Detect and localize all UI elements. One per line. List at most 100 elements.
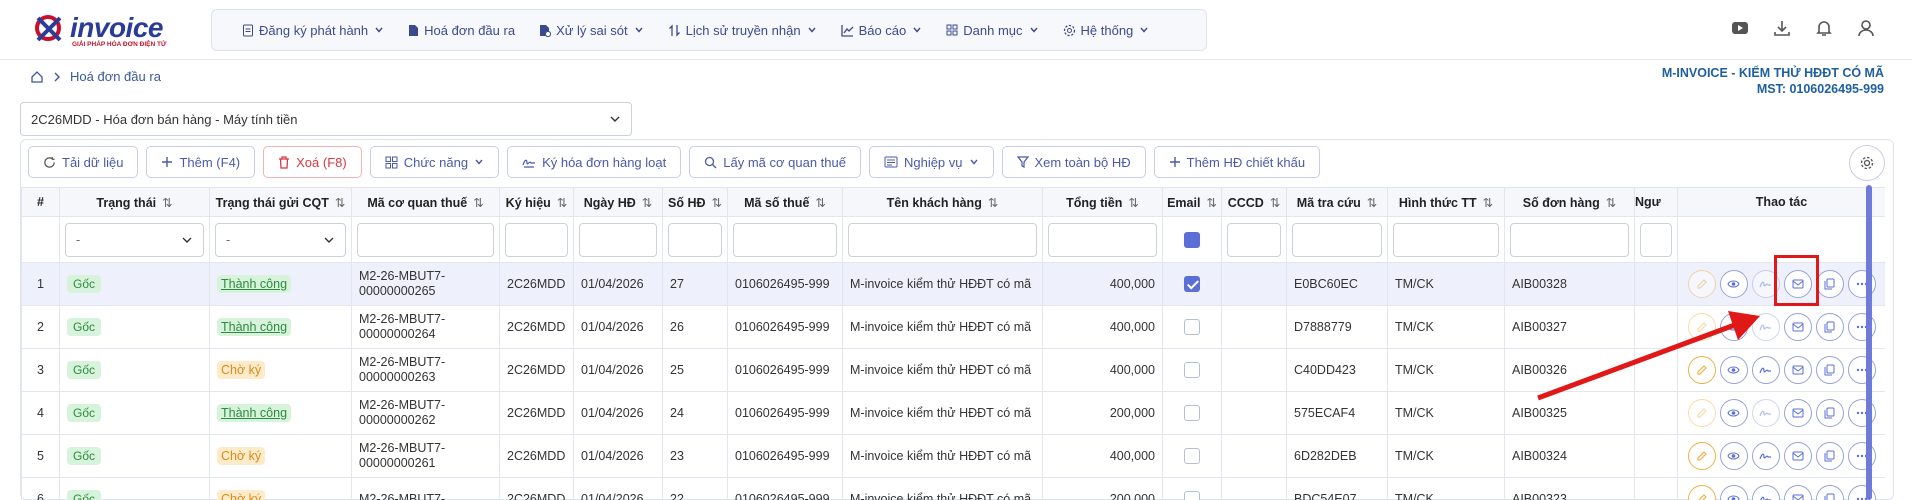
home-icon[interactable]: [30, 70, 44, 84]
row-sign-button[interactable]: [1751, 399, 1780, 427]
sort-icon[interactable]: ⇅: [815, 196, 825, 210]
menu-item-5[interactable]: Danh mục: [934, 10, 1050, 50]
bell-icon[interactable]: [1814, 18, 1834, 38]
sort-icon[interactable]: ⇅: [557, 196, 567, 210]
row-edit-button[interactable]: [1687, 442, 1716, 470]
sort-icon[interactable]: ⇅: [1483, 196, 1493, 210]
add-discount-button[interactable]: Thêm HĐ chiết khấu: [1153, 146, 1321, 178]
row-mail-button[interactable]: [1783, 442, 1812, 470]
column-header[interactable]: Mã cơ quan thuế ⇅: [351, 187, 500, 217]
row-eye-button[interactable]: [1719, 485, 1748, 500]
column-header[interactable]: Thao tác: [1677, 187, 1885, 217]
breadcrumb-current[interactable]: Hoá đơn đầu ra: [70, 69, 161, 84]
functions-button[interactable]: Chức năng: [369, 146, 500, 178]
app-logo[interactable]: invoice GIẢI PHÁP HÓA ĐƠN ĐIỆN TỬ: [34, 10, 174, 50]
email-checkbox[interactable]: [1184, 491, 1200, 500]
sort-icon[interactable]: ⇅: [1606, 196, 1616, 210]
table-row[interactable]: 5 Gốc Chờ ký M2-26-MBUT7- 00000000261 2C26MDD…: [21, 434, 1885, 478]
menu-item-1[interactable]: Hoá đơn đầu ra: [396, 10, 527, 50]
cqt-status-badge[interactable]: Thành công: [217, 275, 292, 293]
cell-email[interactable]: [1162, 391, 1222, 435]
filter-tax-code[interactable]: [351, 216, 500, 263]
user-icon[interactable]: [1856, 18, 1876, 38]
cell-email[interactable]: [1162, 348, 1222, 392]
sort-icon[interactable]: ⇅: [988, 196, 998, 210]
invoice-table-container[interactable]: # Trạng thái ⇅ Trạng thái gửi CQT ⇅ Mã cơ qua…: [21, 187, 1885, 500]
email-checkbox[interactable]: [1184, 362, 1200, 378]
filter-lookup[interactable]: [1286, 216, 1388, 263]
column-header[interactable]: Tên khách hàng ⇅: [842, 187, 1043, 217]
delete-button[interactable]: Xoá (F8): [263, 146, 362, 178]
email-checkbox[interactable]: [1184, 405, 1200, 421]
row-eye-button[interactable]: [1719, 399, 1748, 427]
row-mail-button[interactable]: [1783, 313, 1812, 341]
table-row[interactable]: 2 Gốc Thành công M2-26-MBUT7- 00000000264 2C2…: [21, 305, 1885, 349]
filter-email[interactable]: [1162, 216, 1222, 263]
filter-ngu[interactable]: [1634, 216, 1678, 263]
table-row[interactable]: 4 Gốc Thành công M2-26-MBUT7- 00000000262 2C2…: [21, 391, 1885, 435]
column-header[interactable]: Trạng thái gửi CQT ⇅: [209, 187, 352, 217]
menu-item-4[interactable]: Báo cáo: [829, 10, 935, 50]
sort-icon[interactable]: ⇅: [1367, 196, 1377, 210]
column-header[interactable]: CCCD ⇅: [1221, 187, 1287, 217]
row-sign-button[interactable]: [1751, 442, 1780, 470]
row-sign-button[interactable]: [1751, 313, 1780, 341]
sort-icon[interactable]: ⇅: [712, 196, 722, 210]
filter-number[interactable]: [662, 216, 728, 263]
get-tax-code-button[interactable]: Lấy mã cơ quan thuế: [689, 146, 861, 178]
table-row[interactable]: 3 Gốc Chờ ký M2-26-MBUT7- 00000000263 2C26MDD…: [21, 348, 1885, 392]
row-copy-button[interactable]: [1815, 270, 1844, 298]
column-header[interactable]: Tổng tiền ⇅: [1042, 187, 1163, 217]
email-checkbox[interactable]: [1184, 448, 1200, 464]
row-edit-button[interactable]: [1687, 356, 1716, 384]
row-mail-button[interactable]: [1783, 485, 1812, 500]
youtube-icon[interactable]: [1730, 18, 1750, 38]
sort-icon[interactable]: ⇅: [1270, 196, 1280, 210]
row-edit-button[interactable]: [1687, 399, 1716, 427]
row-copy-button[interactable]: [1815, 442, 1844, 470]
menu-item-0[interactable]: Đăng ký phát hành: [230, 10, 396, 50]
table-scrollbar[interactable]: [1866, 185, 1872, 500]
menu-item-6[interactable]: Hệ thống: [1051, 10, 1162, 50]
email-checkbox[interactable]: [1184, 276, 1200, 292]
filter-symbol[interactable]: [499, 216, 574, 263]
email-checkbox[interactable]: [1184, 319, 1200, 335]
cqt-status-badge[interactable]: Thành công: [217, 318, 292, 336]
column-header[interactable]: Số HĐ ⇅: [662, 187, 728, 217]
column-header[interactable]: Mã số thuế ⇅: [727, 187, 843, 217]
filter-payment[interactable]: [1387, 216, 1505, 263]
row-sign-button[interactable]: [1751, 356, 1780, 384]
row-mail-button[interactable]: [1783, 356, 1812, 384]
cell-email[interactable]: [1162, 477, 1222, 500]
filter-date[interactable]: [573, 216, 663, 263]
cqt-status-badge[interactable]: Thành công: [217, 404, 292, 422]
table-settings-button[interactable]: [1849, 145, 1885, 181]
filter-order[interactable]: [1504, 216, 1635, 263]
row-edit-button[interactable]: [1687, 313, 1716, 341]
menu-item-2[interactable]: Xử lý sai sót: [527, 10, 656, 50]
sort-icon[interactable]: ⇅: [642, 196, 652, 210]
row-copy-button[interactable]: [1815, 485, 1844, 500]
filter-cqt-status[interactable]: -: [209, 216, 352, 263]
filter-total[interactable]: [1042, 216, 1163, 263]
invoice-series-select[interactable]: 2C26MDD - Hóa đơn bán hàng - Máy tính ti…: [20, 102, 632, 136]
sort-icon[interactable]: ⇅: [162, 196, 172, 210]
sort-icon[interactable]: ⇅: [473, 196, 483, 210]
table-row[interactable]: 6 Gốc Chờ ký M2-26-MBUT7- 2C26MDD 01/04/2026 2…: [21, 477, 1885, 500]
column-header[interactable]: Mã tra cứu ⇅: [1286, 187, 1388, 217]
filter-status[interactable]: -: [59, 216, 210, 263]
cell-email[interactable]: [1162, 262, 1222, 306]
column-header[interactable]: Số đơn hàng ⇅: [1504, 187, 1635, 217]
column-header[interactable]: Trạng thái ⇅: [59, 187, 210, 217]
sort-icon[interactable]: ⇅: [1128, 196, 1138, 210]
filter-mst[interactable]: [727, 216, 843, 263]
row-eye-button[interactable]: [1719, 313, 1748, 341]
row-copy-button[interactable]: [1815, 399, 1844, 427]
row-eye-button[interactable]: [1719, 270, 1748, 298]
view-all-button[interactable]: Xem toàn bộ HĐ: [1001, 146, 1146, 178]
row-eye-button[interactable]: [1719, 356, 1748, 384]
column-header[interactable]: Ký hiệu ⇅: [499, 187, 574, 217]
cell-email[interactable]: [1162, 434, 1222, 478]
reload-button[interactable]: Tải dữ liệu: [28, 146, 139, 178]
filter-cccd[interactable]: [1221, 216, 1287, 263]
